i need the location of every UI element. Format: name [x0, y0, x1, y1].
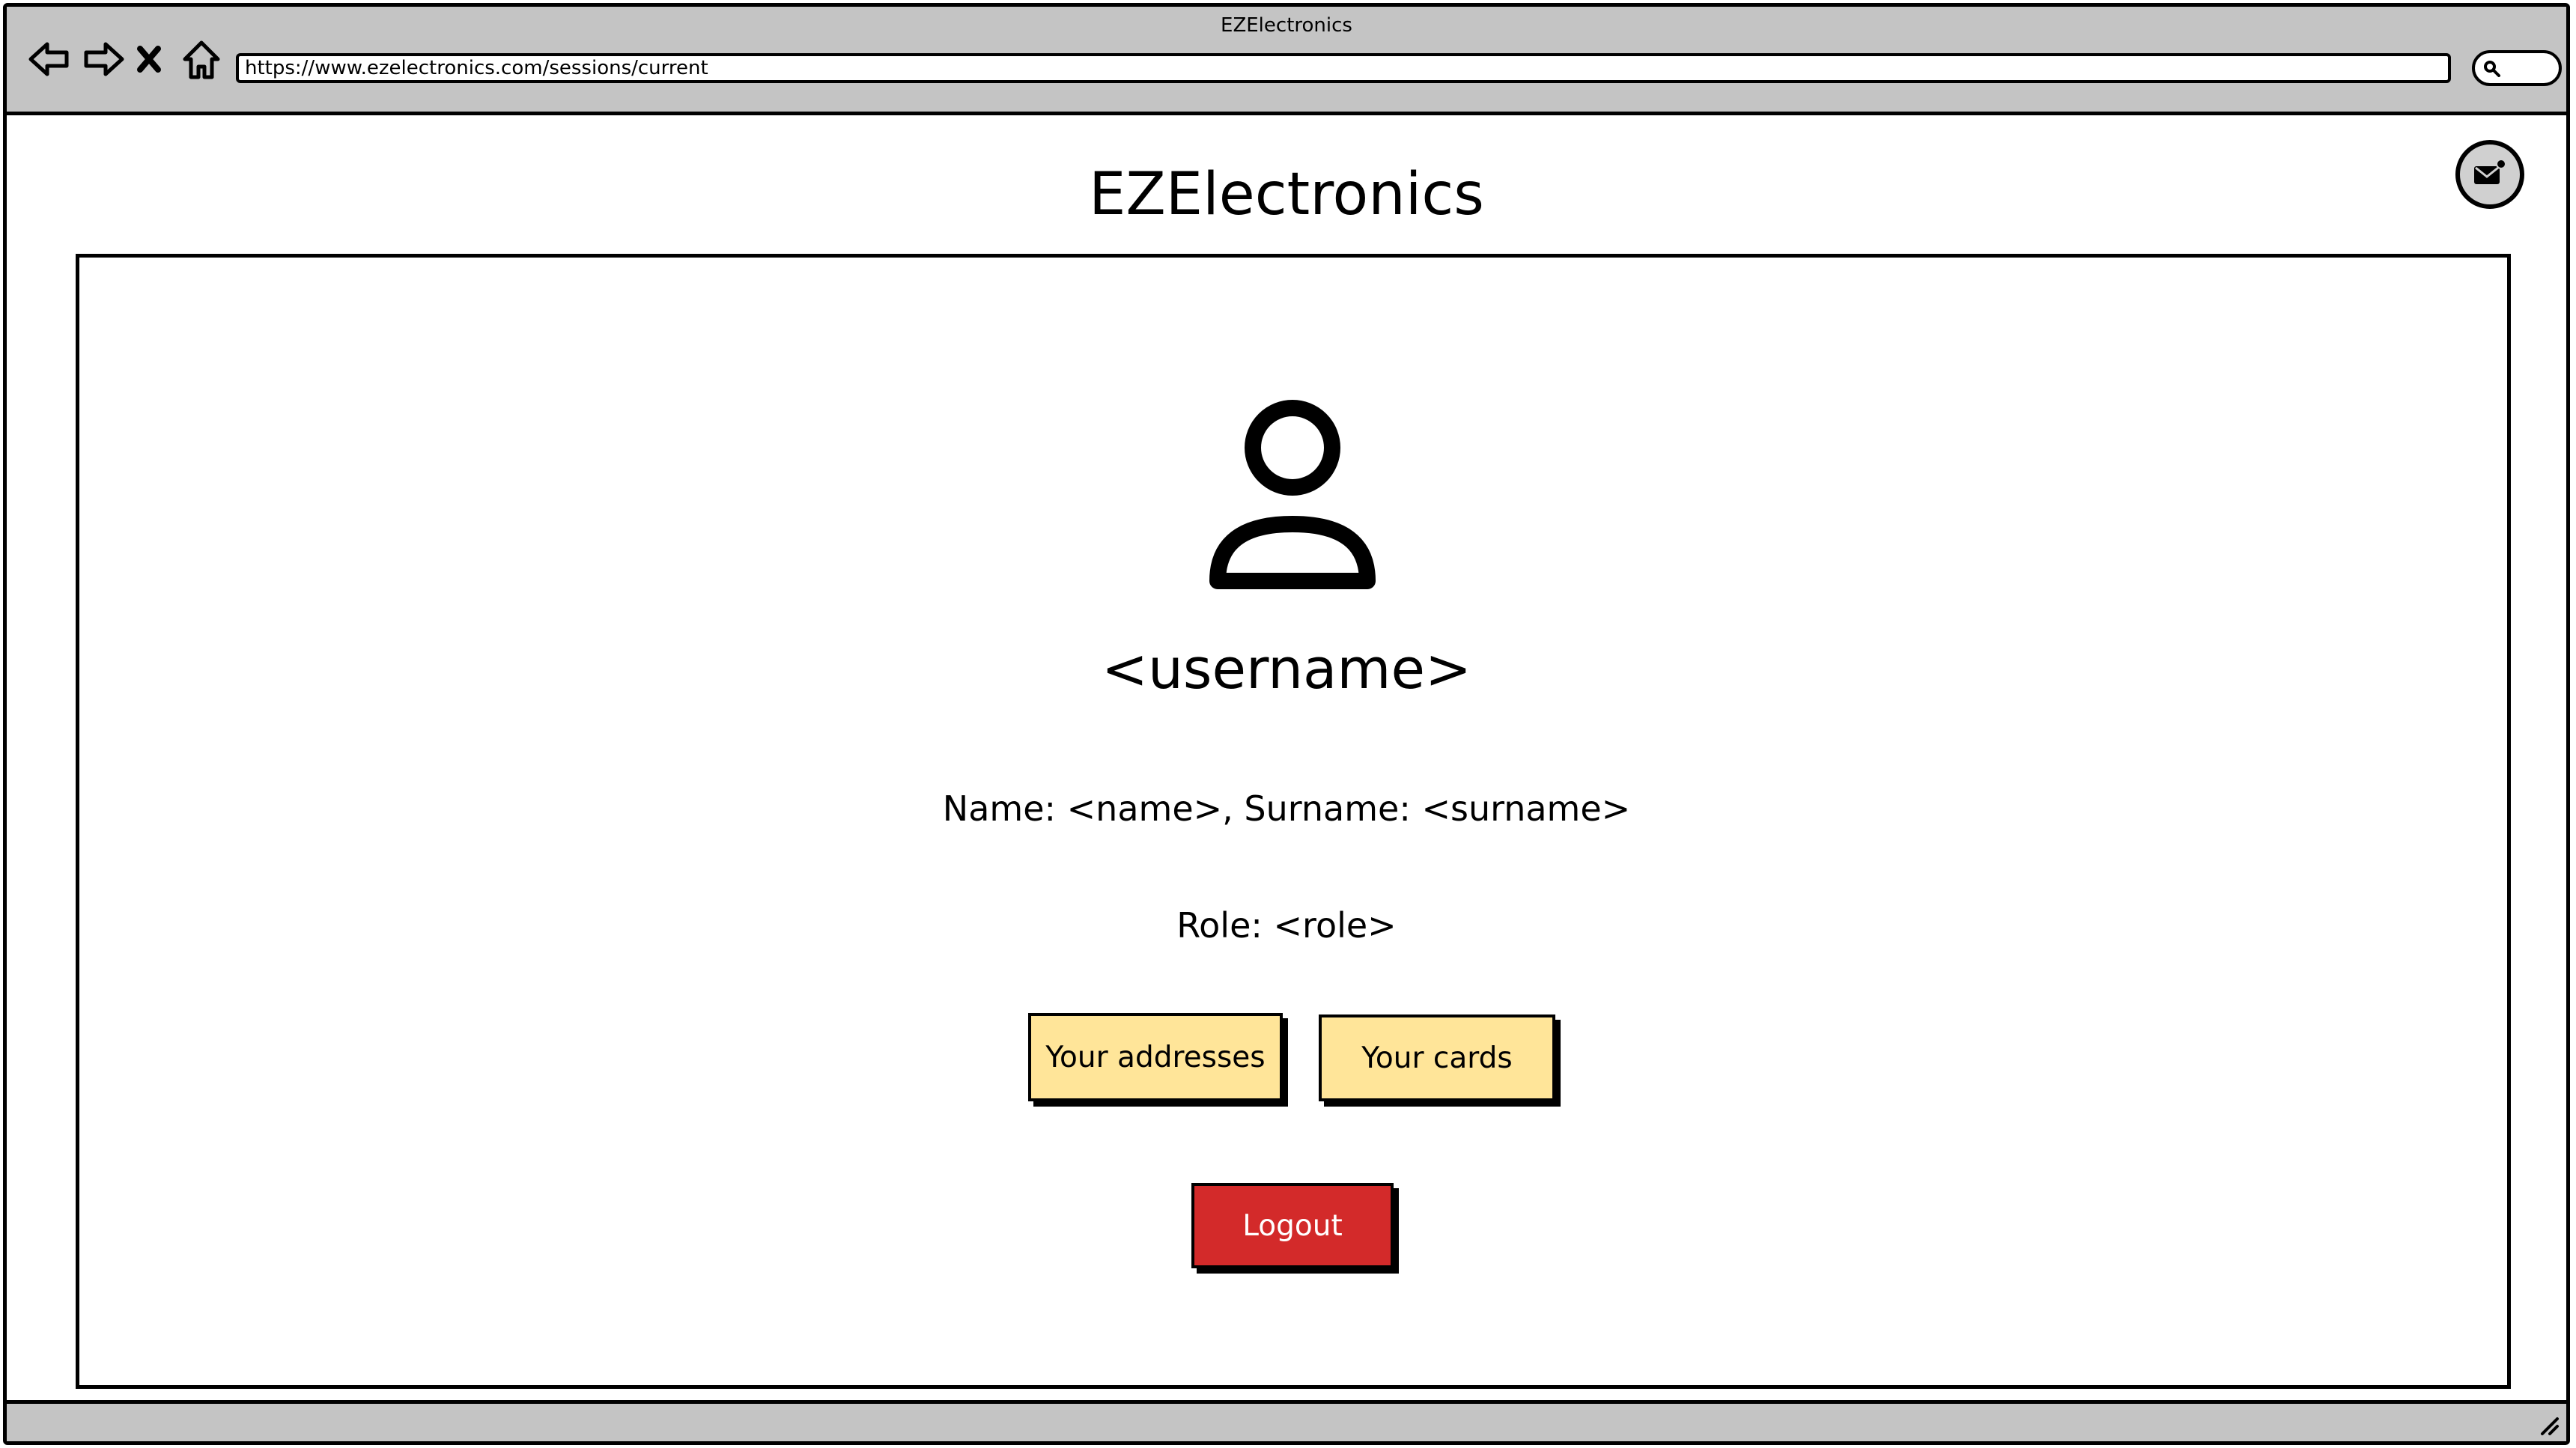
window-title: EZElectronics: [1221, 14, 1352, 37]
forward-arrow-icon[interactable]: [82, 37, 127, 82]
logout-button[interactable]: Logout: [1191, 1183, 1394, 1268]
close-x-icon[interactable]: [134, 37, 164, 82]
profile-name-surname: Name: <name>, Surname: <surname>: [942, 788, 1631, 829]
profile-role: Role: <role>: [1176, 905, 1397, 946]
your-cards-label: Your cards: [1361, 1041, 1513, 1075]
search-icon: [2484, 61, 2500, 77]
profile-username: <username>: [1102, 637, 1471, 702]
resize-handle-icon[interactable]: [2536, 1413, 2560, 1437]
logout-label: Logout: [1242, 1208, 1343, 1243]
browser-titlebar: EZElectronics https://www.ezelectronics.…: [7, 7, 2566, 115]
user-icon: [1209, 400, 1376, 589]
your-addresses-label: Your addresses: [1045, 1040, 1266, 1074]
back-arrow-icon[interactable]: [26, 37, 71, 82]
app-title: EZElectronics: [1089, 161, 1484, 228]
browser-search-field[interactable]: [2472, 50, 2562, 86]
your-addresses-button[interactable]: Your addresses: [1028, 1013, 1283, 1101]
mail-notification-button[interactable]: [2455, 140, 2524, 209]
browser-statusbar: [7, 1400, 2566, 1441]
browser-window: EZElectronics https://www.ezelectronics.…: [3, 3, 2570, 1445]
your-cards-button[interactable]: Your cards: [1319, 1014, 1555, 1101]
url-bar[interactable]: https://www.ezelectronics.com/sessions/c…: [236, 53, 2451, 83]
mail-notification-icon: [2474, 159, 2506, 184]
home-icon[interactable]: [179, 37, 224, 82]
